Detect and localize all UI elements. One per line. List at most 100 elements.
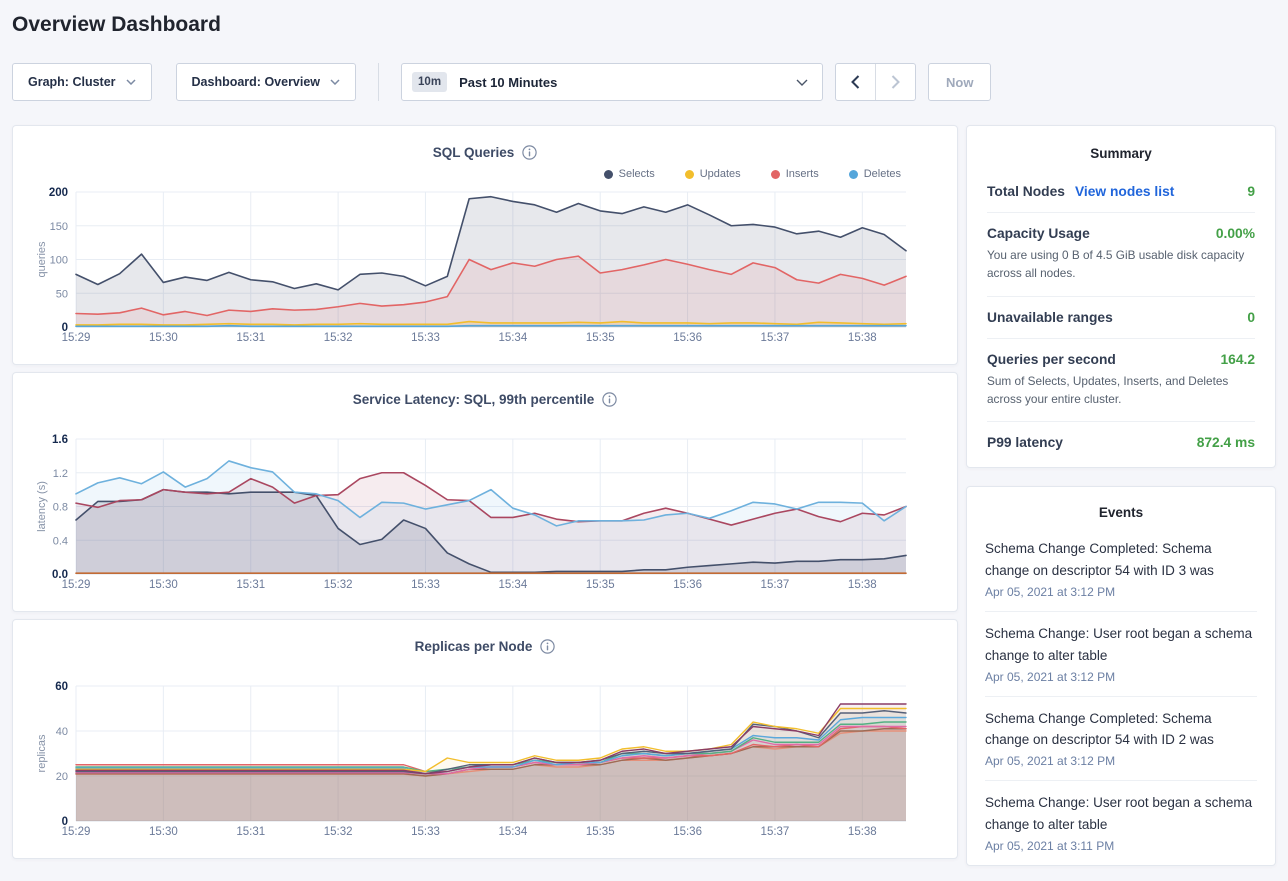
svg-text:15:34: 15:34 [498,332,527,344]
svg-text:15:31: 15:31 [236,332,265,344]
svg-text:15:38: 15:38 [848,579,877,591]
svg-text:15:30: 15:30 [149,826,178,838]
p99-latency-value: 872.4 ms [1197,435,1255,450]
event-timestamp: Apr 05, 2021 at 3:12 PM [985,670,1257,684]
svg-text:15:29: 15:29 [62,579,91,591]
dashboard-dropdown[interactable]: Dashboard: Overview [176,63,357,101]
svg-text:queries: queries [36,241,48,278]
page-title: Overview Dashboard [12,13,1288,37]
svg-text:15:33: 15:33 [411,826,440,838]
chevron-down-icon [126,79,136,85]
service-latency-chart[interactable]: 0.00.40.81.21.615:2915:3015:3115:3215:33… [33,431,939,595]
sql-queries-chart[interactable]: 05010015020015:2915:3015:3115:3215:3315:… [33,184,939,348]
legend-label: Inserts [786,168,819,180]
info-icon[interactable] [522,145,537,160]
svg-text:15:38: 15:38 [848,332,877,344]
events-title: Events [985,501,1257,530]
sidebar: Summary Total Nodes View nodes list 9 Ca… [966,125,1276,866]
svg-text:15:37: 15:37 [761,332,790,344]
event-timestamp: Apr 05, 2021 at 3:11 PM [985,839,1257,853]
legend-item-inserts[interactable]: Inserts [771,168,819,180]
chevron-left-icon [851,75,860,89]
qps-label: Queries per second [987,352,1116,367]
svg-text:15:35: 15:35 [586,826,615,838]
service-latency-title: Service Latency: SQL, 99th percentile [353,392,595,407]
unavailable-ranges-label: Unavailable ranges [987,310,1113,325]
svg-text:15:34: 15:34 [498,826,527,838]
info-icon[interactable] [602,392,617,407]
svg-text:15:37: 15:37 [761,579,790,591]
svg-text:15:37: 15:37 [761,826,790,838]
legend-label: Updates [700,168,741,180]
event-timestamp: Apr 05, 2021 at 3:12 PM [985,585,1257,599]
service-latency-panel: Service Latency: SQL, 99th percentile 0.… [12,372,958,612]
svg-text:15:29: 15:29 [62,332,91,344]
legend-label: Deletes [864,168,901,180]
summary-panel: Summary Total Nodes View nodes list 9 Ca… [966,125,1276,468]
previous-interval-button[interactable] [836,64,875,100]
dashboard-controls: Graph: Cluster Dashboard: Overview 10m P… [12,63,1276,101]
svg-text:replicas: replicas [36,734,48,772]
event-item: Schema Change: User root began a schema … [985,611,1257,696]
charts-column: SQL Queries Selects Updates Inserts Deletes… [12,125,958,859]
controls-divider [378,63,379,101]
legend-item-selects[interactable]: Selects [604,168,655,180]
svg-text:200: 200 [49,187,68,199]
replicas-per-node-chart[interactable]: 020406015:2915:3015:3115:3215:3315:3415:… [33,678,939,842]
next-interval-button[interactable] [875,64,915,100]
event-item: Schema Change Completed: Schema change o… [985,530,1257,611]
legend-item-updates[interactable]: Updates [685,168,741,180]
main-content: SQL Queries Selects Updates Inserts Deletes… [12,125,1276,866]
legend-dot [771,170,780,179]
time-range-label: Past 10 Minutes [459,75,784,90]
p99-latency-label: P99 latency [987,435,1063,450]
legend-item-deletes[interactable]: Deletes [849,168,901,180]
svg-text:15:32: 15:32 [324,826,353,838]
legend-dot [849,170,858,179]
event-text: Schema Change: User root began a schema … [985,623,1257,667]
qps-note: Sum of Selects, Updates, Inserts, and De… [987,372,1255,409]
replicas-per-node-panel: Replicas per Node 020406015:2915:3015:31… [12,619,958,859]
now-button[interactable]: Now [928,63,991,101]
time-range-picker[interactable]: 10m Past 10 Minutes [401,63,823,101]
svg-text:15:38: 15:38 [848,826,877,838]
capacity-usage-value: 0.00% [1216,226,1255,241]
svg-text:0.4: 0.4 [53,535,68,547]
graph-dropdown[interactable]: Graph: Cluster [12,63,152,101]
graph-dropdown-label: Graph: Cluster [28,75,116,89]
svg-text:15:31: 15:31 [236,826,265,838]
unavailable-ranges-value: 0 [1247,310,1255,325]
qps-value: 164.2 [1220,352,1255,367]
chevron-down-icon [330,79,340,85]
event-text: Schema Change Completed: Schema change o… [985,708,1257,752]
sql-queries-legend: Selects Updates Inserts Deletes [33,167,901,181]
svg-text:60: 60 [55,681,68,693]
svg-text:15:36: 15:36 [673,579,702,591]
view-nodes-list-link[interactable]: View nodes list [1075,184,1174,199]
event-item: Schema Change Completed: Schema change o… [985,696,1257,781]
sql-queries-title: SQL Queries [433,145,515,160]
svg-text:15:35: 15:35 [586,579,615,591]
event-text: Schema Change Completed: Schema change o… [985,538,1257,582]
svg-text:15:30: 15:30 [149,332,178,344]
legend-dot [685,170,694,179]
svg-text:15:33: 15:33 [411,332,440,344]
svg-text:15:32: 15:32 [324,332,353,344]
svg-text:150: 150 [50,221,68,233]
summary-title: Summary [987,142,1255,171]
svg-text:15:33: 15:33 [411,579,440,591]
summary-row-capacity: Capacity Usage 0.00% You are using 0 B o… [987,212,1255,296]
event-item: Schema Change: User root began a schema … [985,780,1257,865]
time-range-badge: 10m [412,72,447,92]
svg-text:20: 20 [56,771,68,783]
legend-label: Selects [619,168,655,180]
capacity-usage-note: You are using 0 B of 4.5 GiB usable disk… [987,246,1255,283]
info-icon[interactable] [540,639,555,654]
summary-row-total-nodes: Total Nodes View nodes list 9 [987,171,1255,212]
event-text: Schema Change: User root began a schema … [985,792,1257,836]
svg-text:40: 40 [56,726,68,738]
svg-text:15:36: 15:36 [673,826,702,838]
dashboard-dropdown-label: Dashboard: Overview [192,75,321,89]
total-nodes-value: 9 [1247,184,1255,199]
svg-text:15:34: 15:34 [498,579,527,591]
